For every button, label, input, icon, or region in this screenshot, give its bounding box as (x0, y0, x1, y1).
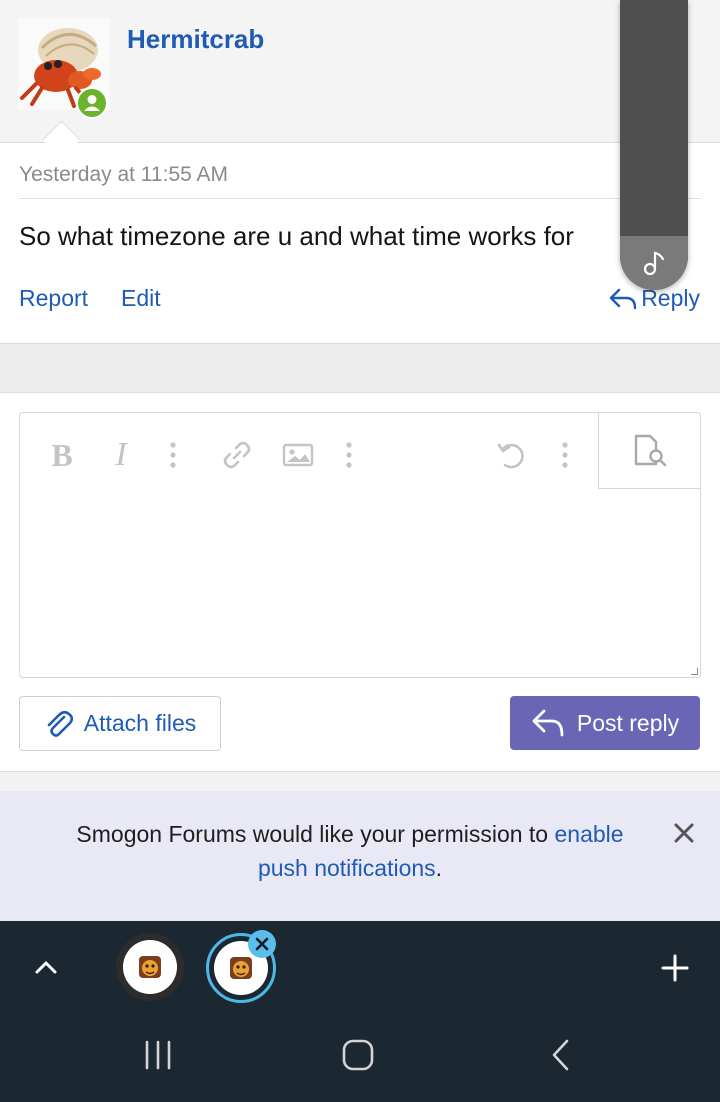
tiger-favicon-icon (139, 956, 161, 978)
post-header: Hermitcrab (0, 0, 720, 143)
divider (19, 198, 701, 199)
close-tab-icon[interactable] (248, 930, 276, 958)
link-icon[interactable] (220, 437, 254, 473)
new-tab-plus-icon[interactable] (660, 953, 690, 988)
bold-icon[interactable]: B (48, 437, 76, 473)
post-timestamp[interactable]: Yesterday at 11:55 AM (19, 163, 228, 187)
tiger-favicon-icon (230, 957, 252, 979)
more-vertical-icon[interactable] (166, 437, 180, 473)
more-vertical-icon[interactable] (342, 437, 356, 473)
resize-handle[interactable] (691, 668, 698, 675)
push-notice-text: Smogon Forums would like your permission… (50, 817, 650, 885)
username-link[interactable]: Hermitcrab (127, 24, 264, 55)
quick-reply-form: B I Attach files Post reply (0, 393, 720, 772)
close-icon[interactable] (670, 819, 698, 847)
browser-bottom-bar (0, 921, 720, 1102)
section-gap (0, 344, 720, 393)
back-icon[interactable] (544, 1037, 580, 1078)
push-notification-notice: Smogon Forums would like your permission… (0, 791, 720, 921)
post-reply-label: Post reply (576, 709, 680, 736)
reply-editor[interactable]: B I (19, 412, 701, 678)
post-message: So what timezone are u and what time wor… (19, 221, 574, 251)
undo-icon[interactable] (494, 437, 528, 473)
report-link[interactable]: Report (19, 285, 88, 312)
tab-favicon (123, 940, 177, 994)
online-status-icon (76, 87, 108, 119)
section-gap (0, 772, 720, 791)
preview-toggle-button[interactable] (598, 413, 700, 489)
chevron-up-icon[interactable] (32, 953, 60, 986)
edit-link[interactable]: Edit (121, 285, 161, 312)
preview-icon (634, 434, 666, 466)
more-vertical-icon[interactable] (558, 437, 572, 473)
attach-files-button[interactable]: Attach files (19, 696, 221, 751)
post-reply-button[interactable]: Post reply (510, 696, 700, 750)
recent-apps-icon[interactable] (140, 1037, 176, 1078)
paperclip-icon (47, 710, 73, 737)
post-body: Yesterday at 11:55 AM So what timezone a… (0, 143, 720, 344)
home-icon[interactable] (340, 1037, 376, 1078)
push-notice-message: Smogon Forums would like your permission… (76, 821, 555, 847)
image-icon[interactable] (282, 437, 314, 473)
floating-music-panel[interactable] (620, 0, 688, 290)
reply-icon (532, 709, 564, 737)
reply-icon (609, 288, 637, 309)
push-notice-period: . (435, 855, 443, 881)
browser-tab[interactable] (116, 933, 184, 1001)
music-note-icon (643, 251, 665, 276)
italic-icon[interactable]: I (108, 436, 134, 473)
attach-files-label: Attach files (83, 710, 197, 736)
